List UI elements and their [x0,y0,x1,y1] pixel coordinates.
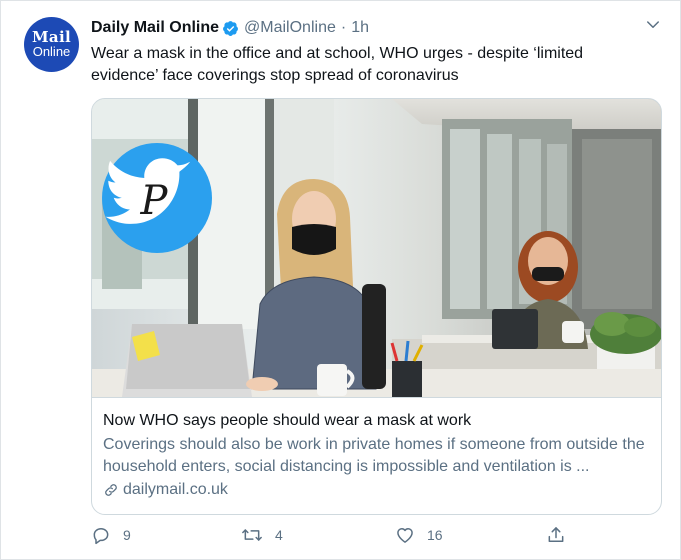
reply-icon [93,528,109,545]
action-bar: 9 4 16 [1,525,681,551]
tweet-text: Wear a mask in the office and at school,… [91,45,584,84]
card-description: Coverings should also be work in private… [103,436,645,475]
reply-count: 9 [123,527,131,543]
tweet-container[interactable]: Mail Online Daily Mail Online @MailOnlin… [0,0,681,560]
card-image[interactable]: P [92,99,661,397]
reply-button[interactable]: 9 [91,525,131,545]
verified-badge-icon [223,20,238,36]
retweet-button[interactable]: 4 [241,525,283,545]
avatar-logo-text: Mail [32,28,71,46]
avatar[interactable]: Mail Online [24,17,79,72]
tweet-header: Daily Mail Online @MailOnline · 1h [91,17,369,39]
retweet-count: 4 [275,527,283,543]
twitter-bird-logo-icon: P [102,143,212,253]
card-domain-text: dailymail.co.uk [123,481,228,498]
card-body[interactable]: Now WHO says people should wear a mask a… [92,397,661,514]
link-card[interactable]: P Now WHO says people should wear a mask… [91,98,662,515]
like-count: 16 [427,527,443,543]
svg-text:P: P [140,178,169,224]
chevron-down-icon[interactable] [644,16,662,34]
author-handle[interactable]: @MailOnline [244,19,336,37]
retweet-icon [242,529,262,541]
share-icon [548,527,564,542]
separator-dot: · [340,19,347,36]
avatar-logo-subtext: Online [32,44,71,59]
card-title[interactable]: Now WHO says people should wear a mask a… [103,412,471,430]
like-button[interactable]: 16 [395,525,443,545]
author-name[interactable]: Daily Mail Online [91,19,219,37]
link-icon [105,484,117,496]
timestamp[interactable]: 1h [351,19,369,37]
share-button[interactable] [546,525,578,545]
card-domain[interactable]: dailymail.co.uk [103,481,228,499]
heart-icon [397,528,413,543]
